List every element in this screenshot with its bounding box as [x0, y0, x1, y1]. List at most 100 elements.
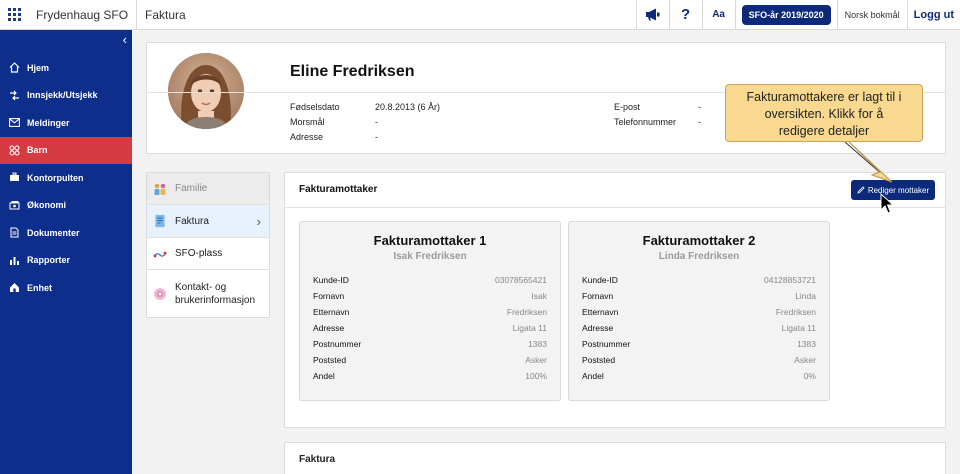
row-label: Fornavn [313, 291, 345, 301]
avatar [168, 53, 244, 129]
row-value: Asker [525, 355, 547, 365]
contact-icon [154, 287, 166, 300]
birth-value: 20.8.2013 (6 År) [375, 102, 441, 112]
birth-label: Fødselsdato [290, 102, 340, 112]
font-size-button[interactable]: Aa [701, 0, 735, 30]
row-value: 100% [525, 371, 547, 381]
megaphone-icon[interactable] [635, 0, 669, 30]
row-value: Asker [794, 355, 816, 365]
sidebar-item-label: Kontorpulten [27, 172, 84, 183]
row-value: Ligata 11 [512, 323, 547, 333]
mouse-cursor-icon [880, 193, 894, 214]
home-icon [8, 62, 20, 74]
phone-value: - [698, 117, 701, 127]
child-sub-menu: Familie Faktura › SFO-plass Kontakt- og … [146, 172, 270, 318]
table-row: Kunde-ID 03078565421 [313, 275, 547, 291]
divider [285, 207, 945, 208]
row-value: Isak [531, 291, 547, 301]
row-label: Kunde-ID [582, 275, 618, 285]
language-cell: Norsk bokmål [836, 0, 907, 30]
sidebar-item-enhet[interactable]: Enhet [0, 274, 132, 302]
help-tooltip: Fakturamottakere er lagt til i oversikte… [725, 84, 923, 142]
sidebar-item-dokumenter[interactable]: Dokumenter [0, 219, 132, 247]
phone-label: Telefonnummer [614, 117, 677, 127]
invoice-panel-title: Faktura [299, 454, 336, 465]
menu-item-label: Kontakt- og brukerinformasjon [175, 281, 256, 306]
collapse-sidebar-icon[interactable]: ‹ [123, 32, 127, 47]
row-label: Etternavn [313, 307, 350, 317]
unit-icon [8, 282, 20, 294]
sidebar-item-kontorpulten[interactable]: Kontorpulten [0, 164, 132, 192]
table-row: Etternavn Fredriksen [582, 307, 816, 323]
table-row: Fornavn Linda [582, 291, 816, 307]
sidebar-item-okonomi[interactable]: Økonomi [0, 192, 132, 220]
document-icon [8, 227, 20, 239]
row-value: 1383 [797, 339, 816, 349]
row-label: Kunde-ID [313, 275, 349, 285]
row-label: Poststed [313, 355, 347, 365]
child-name: Eline Fredriksen [290, 63, 415, 80]
sidebar-item-meldinger[interactable]: Meldinger [0, 109, 132, 137]
table-row: Andel 0% [582, 371, 816, 387]
logout-cell: Logg ut [906, 0, 960, 30]
recipient-card-1: Fakturamottaker 1 Isak Fredriksen Kunde-… [299, 221, 561, 401]
sidebar-item-label: Innsjekk/Utsjekk [27, 90, 98, 101]
sidebar-item-rapporter[interactable]: Rapporter [0, 247, 132, 275]
sidebar-item-innsjekk[interactable]: Innsjekk/Utsjekk [0, 82, 132, 110]
menu-item-kontakt[interactable]: Kontakt- og brukerinformasjon [147, 270, 269, 317]
table-row: Fornavn Isak [313, 291, 547, 307]
address-label: Adresse [290, 132, 324, 142]
menu-item-sfo-plass[interactable]: SFO-plass [147, 238, 269, 270]
row-value: 03078565421 [494, 275, 547, 285]
recipient-name: Isak Fredriksen [393, 251, 467, 262]
menu-item-label: Faktura [175, 215, 209, 227]
address-value: - [375, 132, 378, 142]
sidebar-item-barn[interactable]: Barn [0, 136, 132, 164]
recipient-name: Linda Fredriksen [658, 251, 740, 262]
apps-grid-icon[interactable] [0, 0, 28, 30]
mail-icon [8, 117, 20, 129]
menu-item-familie[interactable]: Familie [147, 173, 269, 205]
money-icon [8, 199, 20, 211]
row-label: Andel [313, 371, 335, 381]
menu-item-faktura[interactable]: Faktura › [147, 205, 269, 238]
sidebar-item-label: Hjem [27, 62, 50, 73]
table-row: Adresse Ligata 11 [582, 323, 816, 339]
checkin-icon [8, 89, 20, 101]
sidebar-item-hjem[interactable]: Hjem [0, 54, 132, 82]
row-value: 1383 [528, 339, 547, 349]
app-name[interactable]: Frydenhaug SFO [28, 0, 138, 30]
sidebar-item-label: Rapporter [27, 255, 71, 266]
row-label: Poststed [582, 355, 616, 365]
children-icon [8, 144, 20, 156]
sfo-year-button[interactable]: SFO-år 2019/2020 [741, 4, 831, 25]
row-label: Etternavn [582, 307, 619, 317]
tooltip-line: redigere detaljer [778, 124, 870, 138]
help-icon[interactable]: ? [668, 0, 702, 30]
row-label: Fornavn [582, 291, 614, 301]
menu-item-label: Familie [175, 183, 208, 194]
row-value: Fredriksen [775, 307, 816, 317]
invoice-icon [155, 215, 165, 227]
table-row: Adresse Ligata 11 [313, 323, 547, 339]
row-label: Postnummer [313, 339, 362, 349]
chart-icon [8, 254, 20, 266]
sfo-year-cell: SFO-år 2019/2020 [734, 0, 837, 30]
recipient-card-2: Fakturamottaker 2 Linda Fredriksen Kunde… [568, 221, 830, 401]
row-label: Adresse [582, 323, 614, 333]
email-value: - [698, 102, 701, 112]
table-row: Postnummer 1383 [313, 339, 547, 355]
menu-item-label: SFO-plass [175, 248, 223, 259]
page-name: Faktura [145, 7, 186, 22]
invoice-recipient-panel: Fakturamottaker Rediger mottaker Faktura… [284, 172, 946, 428]
sidebar-item-label: Økonomi [27, 200, 67, 211]
language-selector[interactable]: Norsk bokmål [845, 10, 900, 20]
sidebar-nav: Hjem Innsjekk/Utsjekk Meldinger Barn Kon… [0, 54, 132, 302]
logout-link[interactable]: Logg ut [914, 9, 954, 21]
row-value: Ligata 11 [781, 323, 816, 333]
chevron-right-icon: › [256, 213, 261, 229]
tooltip-line: oversikten. Klikk for å [764, 107, 884, 121]
sidebar: ‹ Hjem Innsjekk/Utsjekk Meldinger Barn K… [0, 30, 132, 474]
panel-title: Fakturamottaker [299, 184, 378, 195]
sidebar-item-label: Enhet [27, 282, 53, 293]
